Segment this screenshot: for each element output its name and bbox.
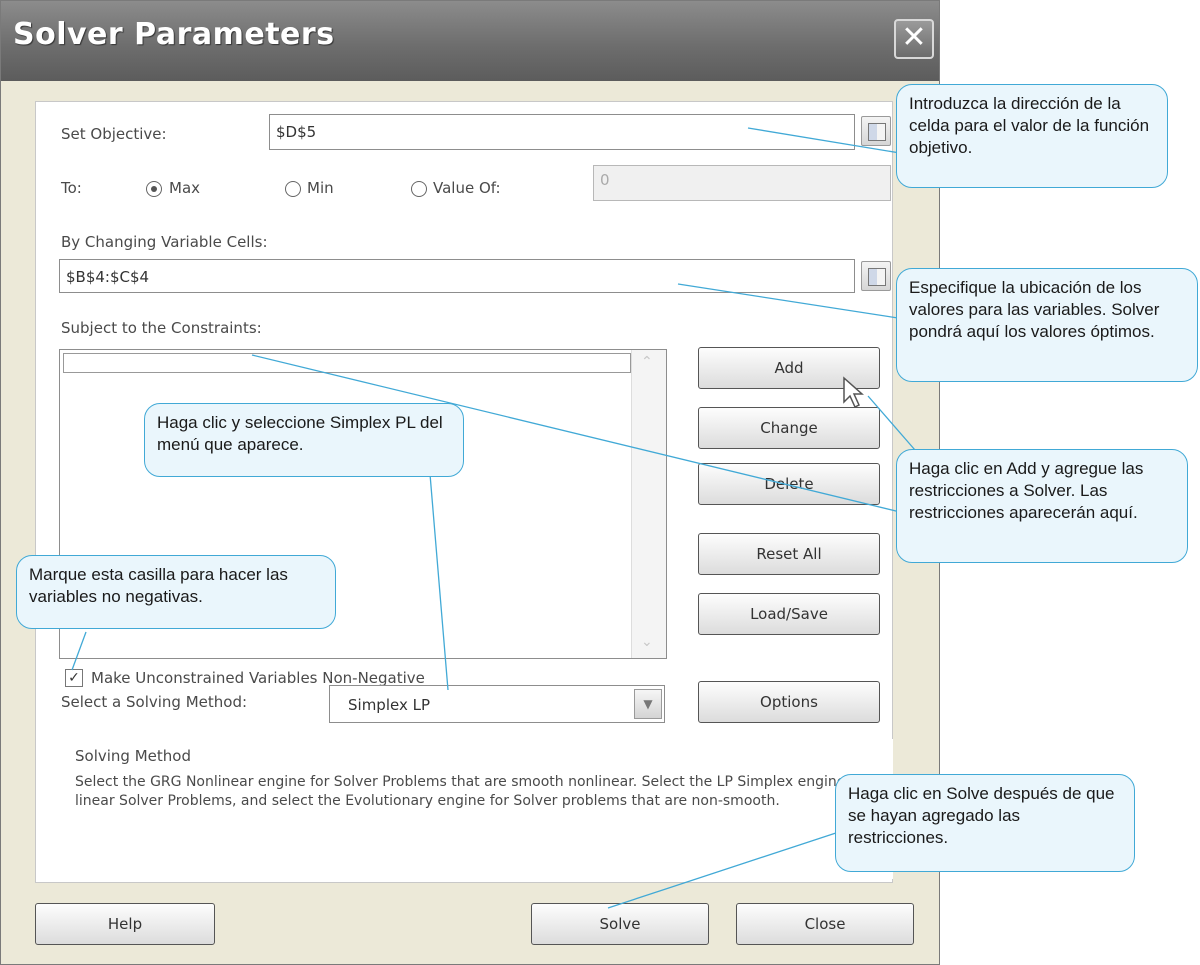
close-icon[interactable]: ✕: [894, 19, 934, 59]
change-button[interactable]: Change: [698, 407, 880, 449]
solving-method-box: Solving Method Select the GRG Nonlinear …: [59, 739, 893, 879]
value-of-radio[interactable]: [411, 181, 427, 197]
scroll-down-icon[interactable]: ⌄: [641, 634, 653, 650]
close-button[interactable]: Close: [736, 903, 914, 945]
title-bar: Solver Parameters ✕: [1, 1, 939, 81]
non-negative-checkbox[interactable]: ✓: [65, 669, 83, 687]
solving-method-label: Select a Solving Method:: [61, 693, 248, 711]
solving-method-select[interactable]: Simplex LP ▼: [329, 685, 665, 723]
callout-solve: Haga clic en Solve después de que se hay…: [835, 774, 1135, 872]
changing-cells-picker-icon[interactable]: [861, 261, 891, 291]
max-radio[interactable]: [146, 181, 162, 197]
mouse-pointer-icon: [843, 376, 864, 409]
reset-all-button[interactable]: Reset All: [698, 533, 880, 575]
callout-variables: Especifique la ubicación de los valores …: [896, 268, 1198, 382]
constraints-label: Subject to the Constraints:: [61, 319, 262, 337]
set-objective-label: Set Objective:: [61, 125, 167, 143]
min-radio[interactable]: [285, 181, 301, 197]
changing-cells-input[interactable]: $B$4:$C$4: [59, 259, 855, 293]
to-label: To:: [61, 179, 82, 197]
load-save-button[interactable]: Load/Save: [698, 593, 880, 635]
callout-nonneg: Marque esta casilla para hacer las varia…: [16, 555, 336, 629]
scroll-up-icon[interactable]: ⌃: [641, 354, 653, 370]
callout-simplex: Haga clic y seleccione Simplex PL del me…: [144, 403, 464, 477]
help-button[interactable]: Help: [35, 903, 215, 945]
changing-cells-label: By Changing Variable Cells:: [61, 233, 268, 251]
delete-button[interactable]: Delete: [698, 463, 880, 505]
value-of-input[interactable]: 0: [593, 165, 891, 201]
solving-method-description: Select the GRG Nonlinear engine for Solv…: [75, 774, 870, 809]
constraint-row-empty[interactable]: [63, 353, 631, 373]
constraints-scrollbar[interactable]: ⌃ ⌄: [631, 350, 666, 658]
solver-dialog: Solver Parameters ✕ Set Objective: $D$5 …: [0, 0, 940, 965]
set-objective-input[interactable]: $D$5: [269, 114, 855, 150]
min-label: Min: [307, 179, 334, 197]
chevron-down-icon[interactable]: ▼: [634, 689, 662, 719]
solve-button[interactable]: Solve: [531, 903, 709, 945]
value-of-label: Value Of:: [433, 179, 501, 197]
window-title: Solver Parameters: [13, 17, 335, 52]
max-label: Max: [169, 179, 201, 197]
callout-objective: Introduzca la dirección de la celda para…: [896, 84, 1168, 188]
callout-add: Haga clic en Add y agregue las restricci…: [896, 449, 1188, 563]
objective-cell-picker-icon[interactable]: [861, 116, 891, 146]
solving-method-title: Solving Method: [75, 747, 191, 765]
solving-method-value: Simplex LP: [348, 696, 431, 714]
options-button[interactable]: Options: [698, 681, 880, 723]
